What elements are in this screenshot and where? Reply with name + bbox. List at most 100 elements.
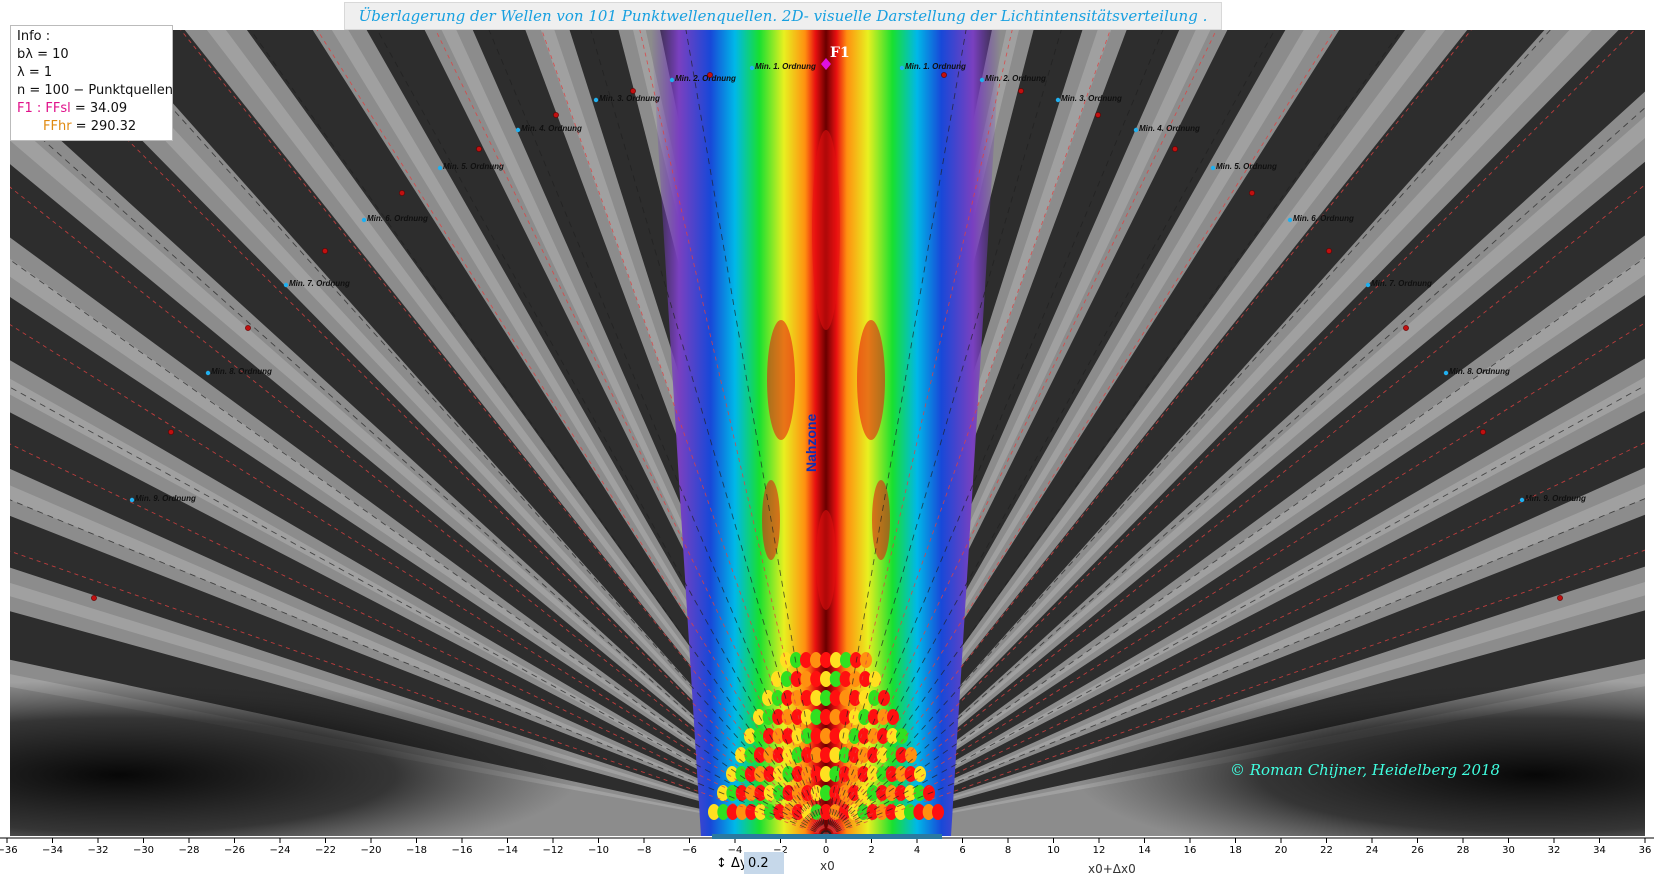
minimum-point xyxy=(361,217,367,223)
minimum-label: Min. 9. Ordnung xyxy=(135,494,196,503)
minimum-point xyxy=(749,65,755,71)
intensity-plot: Min. 1. Ordnung Min. 2. Ordnung Min. 3. Or… xyxy=(0,30,1654,876)
near-zone-label: Nahzone xyxy=(803,413,819,472)
x-tick-label: 12 xyxy=(1093,845,1106,856)
minimum-point xyxy=(1055,97,1061,103)
x-tick-label: −34 xyxy=(42,845,63,856)
x-tick-label: −22 xyxy=(315,845,336,856)
x-tick-label: 0 xyxy=(823,845,829,856)
x-tick-label: −28 xyxy=(178,845,199,856)
x-tick-label: −30 xyxy=(133,845,154,856)
minimum-label: Min. 2. Ordnung xyxy=(985,74,1046,83)
red-marker xyxy=(1326,248,1332,254)
minimum-label: Min. 7. Ordnung xyxy=(1371,279,1432,288)
x-tick-label: 18 xyxy=(1229,845,1242,856)
x-tick-label: 24 xyxy=(1366,845,1379,856)
red-marker xyxy=(1018,88,1024,94)
minimum-label: Min. 9. Ordnung xyxy=(1525,494,1586,503)
x-tick-label: 22 xyxy=(1320,845,1333,856)
minimum-point xyxy=(283,282,289,288)
minimum-point xyxy=(899,65,905,71)
x-tick-label: −32 xyxy=(87,845,108,856)
minimum-point xyxy=(1365,282,1371,288)
intensity-lobe xyxy=(816,510,836,610)
diffraction-diagram: Min. 1. Ordnung Min. 2. Ordnung Min. 3. Or… xyxy=(0,0,1654,880)
x-tick-label: −4 xyxy=(728,845,743,856)
minimum-label: Min. 4. Ordnung xyxy=(1139,124,1200,133)
minimum-label: Min. 1. Ordnung xyxy=(755,62,816,71)
minimum-label: Min. 5. Ordnung xyxy=(1216,162,1277,171)
red-marker xyxy=(1403,325,1409,331)
minimum-label: Min. 7. Ordnung xyxy=(289,279,350,288)
x-tick-label: −24 xyxy=(269,845,290,856)
x-tick-label: −12 xyxy=(542,845,563,856)
x-tick-label: 36 xyxy=(1639,845,1652,856)
dy-input[interactable] xyxy=(744,852,784,874)
x-tick-label: −20 xyxy=(360,845,381,856)
x-tick-label: −16 xyxy=(451,845,472,856)
minimum-label: Min. 8. Ordnung xyxy=(1449,367,1510,376)
intensity-lobe xyxy=(767,320,795,440)
info-source-count: n = 100 − Punktquellen xyxy=(17,83,174,98)
x-tick-label: 16 xyxy=(1184,845,1197,856)
red-marker xyxy=(553,112,559,118)
minimum-point xyxy=(205,370,211,376)
info-fhr-label: FFhr xyxy=(43,119,72,134)
x-tick-label: 8 xyxy=(1005,845,1011,856)
minimum-point xyxy=(1519,497,1525,503)
red-marker xyxy=(91,595,97,601)
minimum-point xyxy=(129,497,135,503)
x-tick-label: −6 xyxy=(682,845,697,856)
info-fhr-value: = 290.32 xyxy=(71,119,137,134)
red-marker xyxy=(1172,146,1178,152)
interference-spot xyxy=(887,709,899,725)
x-tick-label: 26 xyxy=(1411,845,1424,856)
red-marker xyxy=(1095,112,1101,118)
intensity-lobe xyxy=(812,130,840,330)
x-tick-label: 2 xyxy=(868,845,874,856)
info-focus-value: = 34.09 xyxy=(70,101,128,116)
red-marker xyxy=(476,146,482,152)
red-marker xyxy=(630,88,636,94)
intensity-lobe xyxy=(857,320,885,440)
minimum-label: Min. 8. Ordnung xyxy=(211,367,272,376)
red-marker xyxy=(1557,595,1563,601)
minimum-point xyxy=(1210,165,1216,171)
copyright-text: © Roman Chijner, Heidelberg 2018 xyxy=(1230,761,1500,779)
minimum-point xyxy=(1287,217,1293,223)
x-tick-label: −10 xyxy=(588,845,609,856)
minimum-label: Min. 4. Ordnung xyxy=(521,124,582,133)
x-tick-label: 4 xyxy=(914,845,920,856)
info-box: Info : bλ = 10 λ = 1 n = 100 − Punktquel… xyxy=(10,25,173,141)
minimum-point xyxy=(1133,127,1139,133)
minimum-point xyxy=(669,77,675,83)
info-focus-label: F1 : FFsl xyxy=(17,101,71,116)
x-tick-label: −36 xyxy=(0,845,18,856)
minimum-point xyxy=(593,97,599,103)
diagram-title: Überlagerung der Wellen von 101 Punktwel… xyxy=(344,2,1222,30)
info-wavelength: λ = 1 xyxy=(17,65,53,80)
minimum-label: Min. 6. Ordnung xyxy=(367,214,428,223)
x-tick-label: 34 xyxy=(1593,845,1606,856)
x-tick-label: 10 xyxy=(1047,845,1060,856)
x-tick-label: −26 xyxy=(224,845,245,856)
x-tick-label: 32 xyxy=(1548,845,1561,856)
red-marker xyxy=(707,72,713,78)
minimum-label: Min. 6. Ordnung xyxy=(1293,214,1354,223)
info-fhr-row: FFhr = 290.32 xyxy=(17,118,166,136)
minimum-point xyxy=(515,127,521,133)
x0-label: x0 xyxy=(820,859,835,873)
info-slit-width: bλ = 10 xyxy=(17,47,69,62)
minimum-point xyxy=(437,165,443,171)
red-marker xyxy=(245,325,251,331)
x0-dx-label: x0+Δx0 xyxy=(1088,862,1136,876)
minimum-label: Min. 2. Ordnung xyxy=(675,74,736,83)
red-marker xyxy=(322,248,328,254)
minimum-label: Min. 3. Ordnung xyxy=(599,94,660,103)
x-tick-label: −14 xyxy=(497,845,518,856)
x-tick-label: −8 xyxy=(637,845,652,856)
red-marker xyxy=(399,190,405,196)
x-tick-label: 14 xyxy=(1138,845,1151,856)
red-marker xyxy=(1249,190,1255,196)
info-heading: Info : xyxy=(17,29,51,44)
